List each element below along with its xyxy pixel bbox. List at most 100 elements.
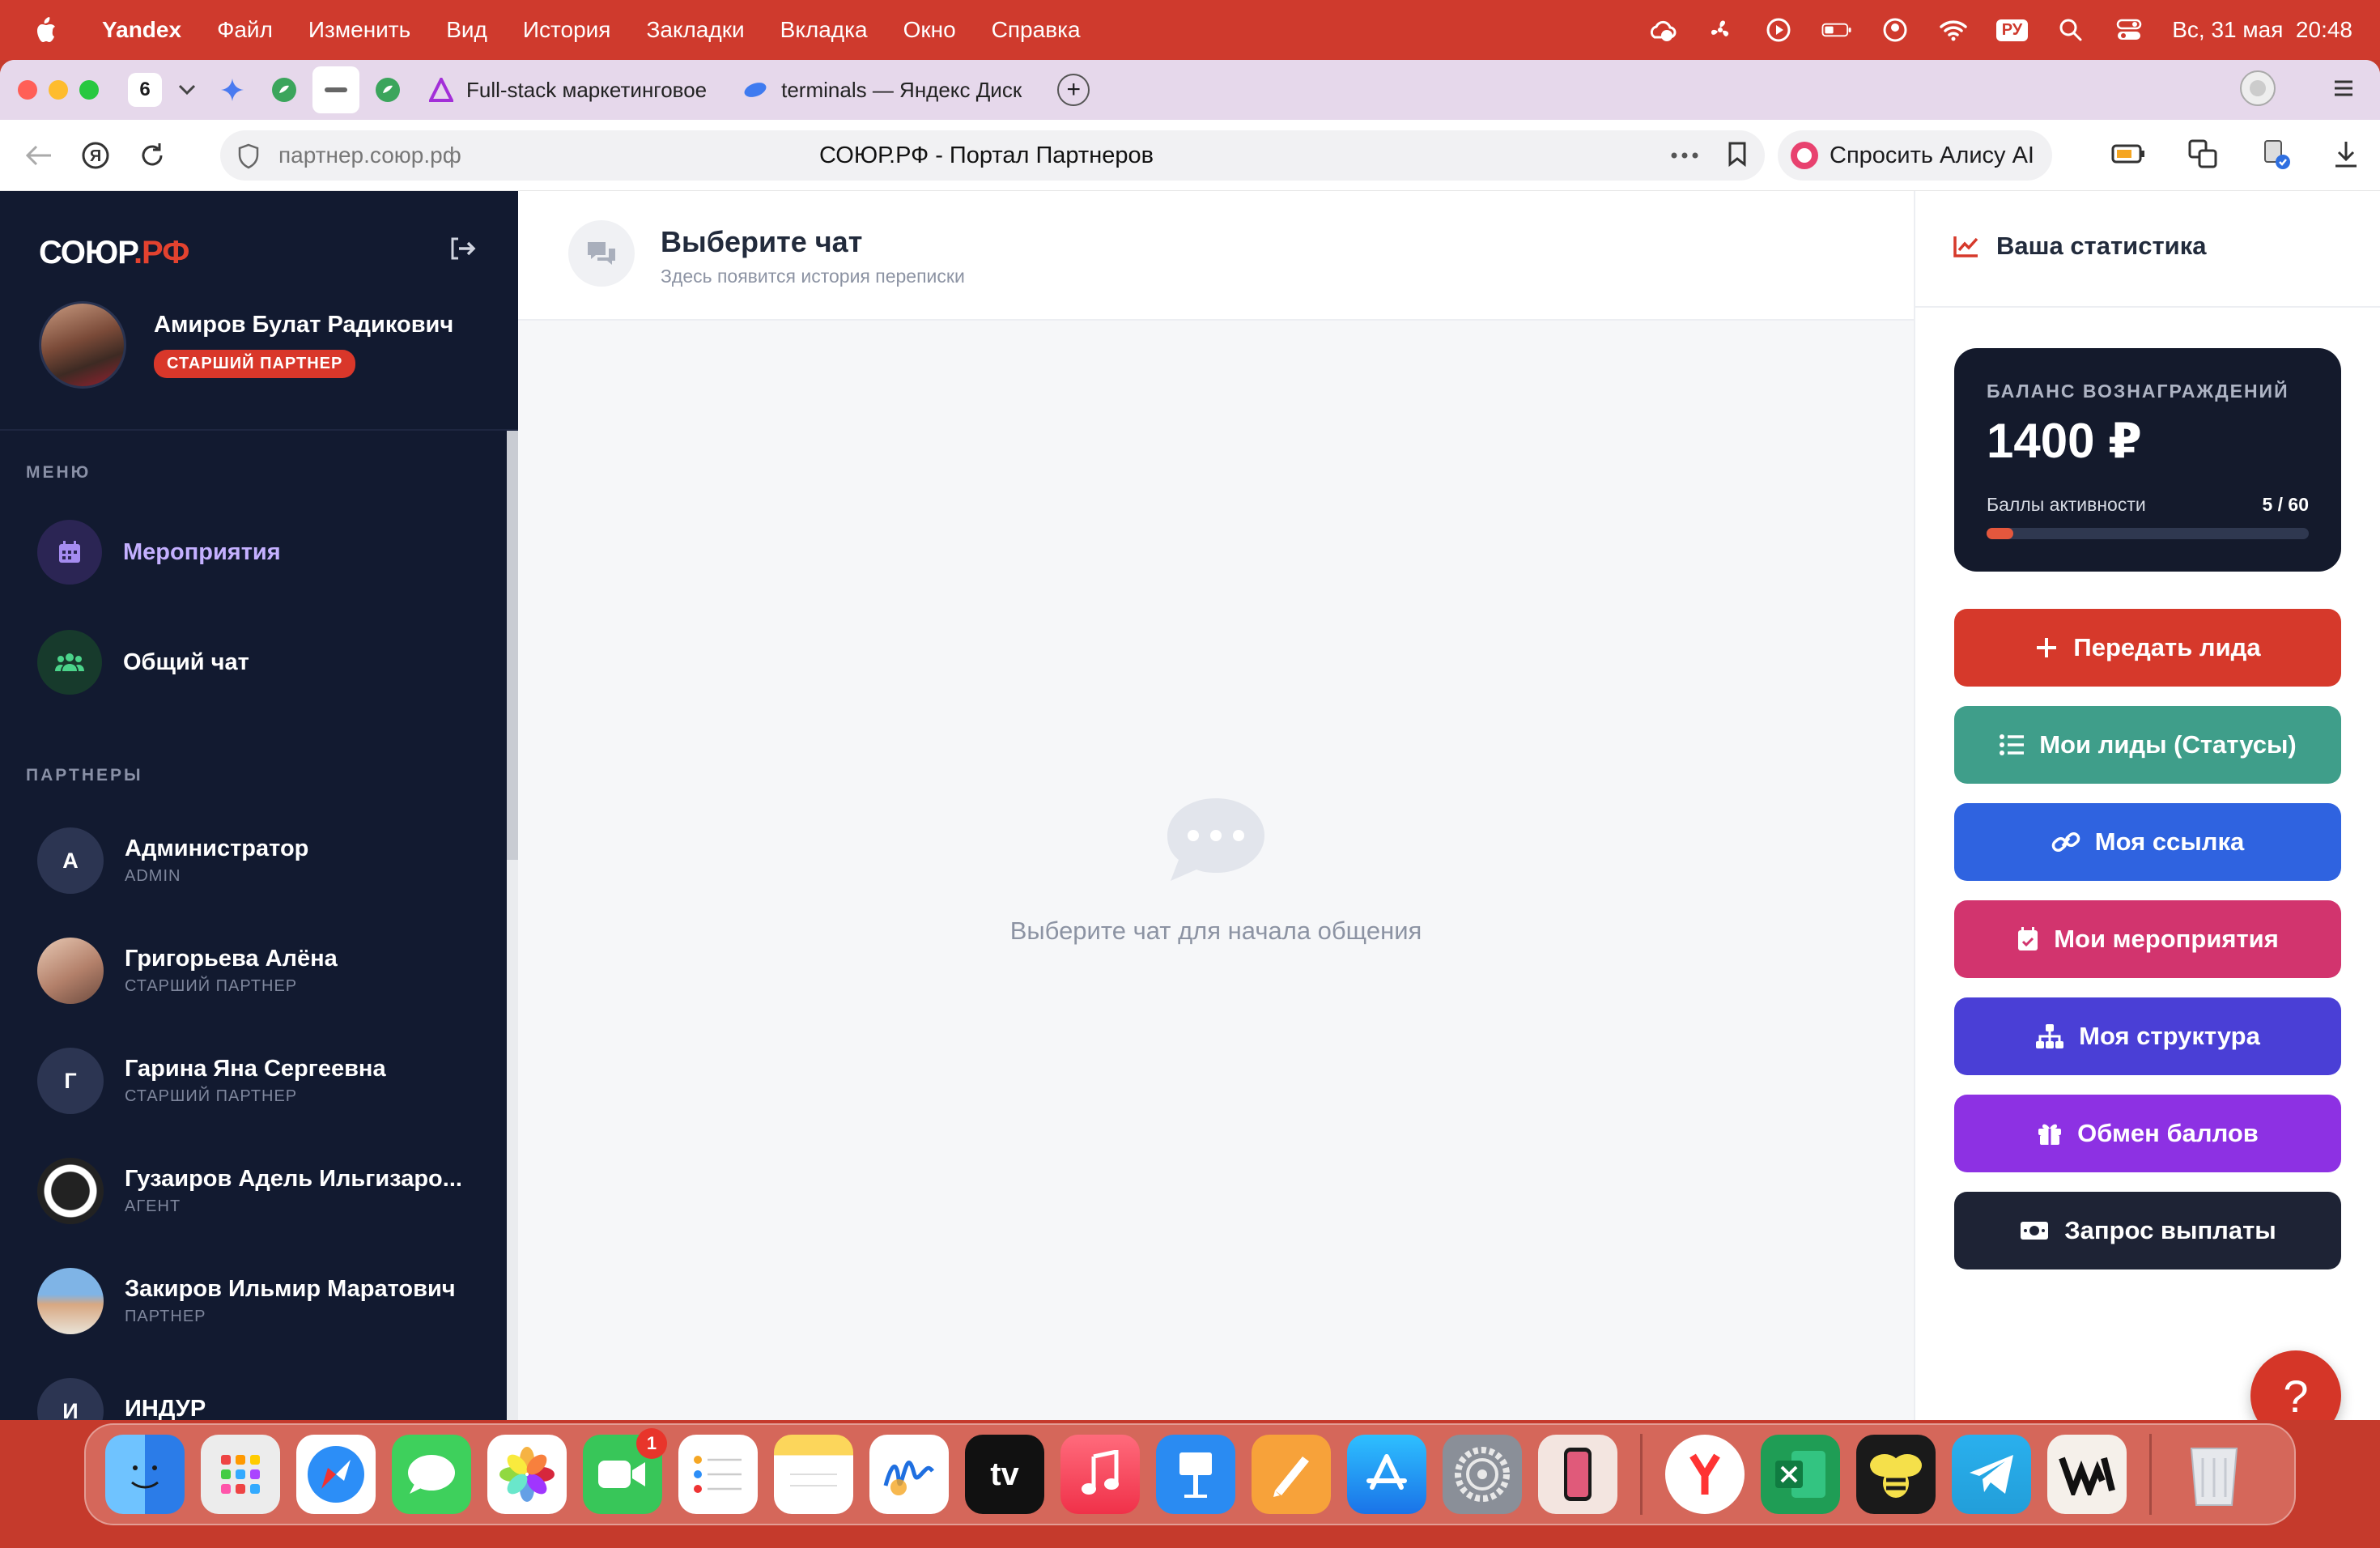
translate-icon[interactable] [2187, 138, 2218, 173]
reminders-icon[interactable] [678, 1435, 758, 1514]
notes-icon[interactable] [774, 1435, 853, 1514]
back-arrow-icon[interactable] [21, 138, 57, 173]
my-link-button[interactable]: Моя ссылка [1954, 803, 2341, 881]
menu-history[interactable]: История [523, 17, 611, 43]
notification-badge: 1 [636, 1428, 667, 1459]
w-app-icon[interactable] [2047, 1435, 2127, 1514]
menu-bookmarks[interactable]: Закладки [646, 17, 744, 43]
partner-item[interactable]: Гузаиров Адель Ильгизаро... АГЕНТ [37, 1158, 462, 1224]
bee-app-icon[interactable] [1856, 1435, 1936, 1514]
url-bar[interactable]: партнер.союр.рф СОЮР.РФ - Портал Партнер… [220, 130, 1765, 181]
input-language-indicator[interactable]: РУ [1995, 19, 2029, 41]
spotlight-search-icon[interactable] [2055, 15, 2086, 45]
reload-icon[interactable] [134, 138, 170, 173]
music-icon[interactable] [1060, 1435, 1140, 1514]
zoom-window-button[interactable] [79, 80, 99, 100]
url-text[interactable]: партнер.союр.рф [278, 142, 461, 168]
partner-role: ADMIN [125, 867, 181, 885]
chat-header: Выберите чат Здесь появится история пере… [518, 191, 1914, 321]
trash-icon[interactable] [2174, 1435, 2254, 1514]
button-label: Запрос выплаты [2064, 1216, 2276, 1244]
yandex-home-icon[interactable]: Я [78, 138, 113, 173]
menubar-clock[interactable]: Вс, 31 мая 20:48 [2172, 17, 2352, 43]
my-structure-button[interactable]: Моя структура [1954, 997, 2341, 1075]
partner-item[interactable]: А Администратор ADMIN [37, 827, 308, 894]
battery-saver-icon[interactable] [2111, 143, 2145, 168]
partner-item[interactable]: И ИНДУР [37, 1378, 206, 1420]
scrollbar-thumb[interactable] [507, 431, 518, 860]
system-settings-icon[interactable] [1443, 1435, 1522, 1514]
sidebar-item-events[interactable]: Мероприятия [37, 520, 281, 585]
my-leads-button[interactable]: Мои лиды (Статусы) [1954, 706, 2341, 784]
apple-menu-icon[interactable] [31, 15, 60, 45]
battery-icon[interactable] [1821, 15, 1852, 45]
logout-icon[interactable] [448, 236, 476, 265]
profile-avatar-icon[interactable] [2239, 70, 2276, 111]
messages-icon[interactable] [392, 1435, 471, 1514]
safari-icon[interactable] [296, 1435, 376, 1514]
menu-window[interactable]: Окно [903, 17, 956, 43]
freeform-icon[interactable] [869, 1435, 949, 1514]
download-icon[interactable] [2333, 139, 2359, 172]
yandex-browser-icon[interactable] [1665, 1435, 1745, 1514]
pinned-tab-green-2[interactable] [364, 66, 411, 113]
activity-progress-bar [1987, 528, 2309, 539]
partner-item[interactable]: Григорьева Алёна СТАРШИЙ ПАРТНЕР [37, 938, 338, 1004]
pinned-tab-ai-sparkle[interactable] [209, 66, 256, 113]
wifi-icon[interactable] [1938, 15, 1969, 45]
avatar [39, 301, 126, 389]
pinned-tab-active[interactable] [312, 66, 359, 113]
site-logo[interactable]: СОЮР.РФ [39, 235, 189, 271]
site-security-shield-icon[interactable] [236, 143, 261, 173]
bookmark-icon[interactable] [1728, 141, 1747, 171]
menu-tab[interactable]: Вкладка [780, 17, 868, 43]
balance-label: БАЛАНС ВОЗНАГРАЖДЕНИЙ [1987, 381, 2289, 402]
minimize-window-button[interactable] [49, 80, 68, 100]
tv-label: tv [990, 1456, 1019, 1492]
my-events-button[interactable]: Мои мероприятия [1954, 900, 2341, 978]
menu-file[interactable]: Файл [217, 17, 273, 43]
svg-text:Я: Я [90, 147, 101, 165]
menu-edit[interactable]: Изменить [308, 17, 410, 43]
sidebar: СОЮР.РФ Амиров Булат Радикович СТАРШИЙ П… [0, 191, 518, 1420]
pinned-tab-green-1[interactable] [261, 66, 308, 113]
extension-icon[interactable] [2260, 138, 2291, 174]
pass-lead-button[interactable]: Передать лида [1954, 609, 2341, 687]
pages-icon[interactable] [1252, 1435, 1331, 1514]
avatar [37, 1268, 104, 1334]
iphone-mirroring-icon[interactable] [1538, 1435, 1617, 1514]
excel-icon[interactable] [1761, 1435, 1840, 1514]
app-store-icon[interactable] [1347, 1435, 1426, 1514]
exchange-points-button[interactable]: Обмен баллов [1954, 1095, 2341, 1172]
help-button[interactable]: ? [2250, 1350, 2341, 1420]
cloud-sync-icon[interactable] [1647, 15, 1677, 45]
tab-yandex-disk[interactable]: terminals — Яндекс Диск [725, 66, 1039, 113]
close-window-button[interactable] [18, 80, 37, 100]
user-profile[interactable]: Амиров Булат Радикович СТАРШИЙ ПАРТНЕР [39, 301, 453, 389]
ask-alice-button[interactable]: Спросить Алису AI [1778, 130, 2052, 181]
tab-marketing[interactable]: Full-stack маркетинговое [411, 66, 725, 113]
apple-tv-icon[interactable]: tv [965, 1435, 1044, 1514]
keynote-icon[interactable] [1156, 1435, 1235, 1514]
partner-item[interactable]: Г Гарина Яна Сергеевна СТАРШИЙ ПАРТНЕР [37, 1048, 386, 1114]
play-icon[interactable] [1763, 15, 1794, 45]
more-dots-icon[interactable] [1671, 148, 1698, 163]
new-tab-button[interactable]: + [1057, 74, 1090, 106]
facetime-icon[interactable]: 1 [583, 1428, 667, 1514]
chevron-down-icon[interactable] [170, 73, 204, 107]
menu-help[interactable]: Справка [992, 17, 1081, 43]
menu-view[interactable]: Вид [446, 17, 487, 43]
launchpad-icon[interactable] [201, 1435, 280, 1514]
partner-item[interactable]: Закиров Ильмир Маратович ПАРТНЕР [37, 1268, 456, 1334]
telegram-icon[interactable] [1952, 1435, 2031, 1514]
photos-icon[interactable] [487, 1435, 567, 1514]
finder-icon[interactable] [105, 1435, 185, 1514]
tab-count-button[interactable]: 6 [128, 73, 162, 107]
sidebar-item-general-chat[interactable]: Общий чат [37, 630, 249, 695]
control-center-icon[interactable] [2114, 15, 2144, 45]
user-account-icon[interactable] [1880, 15, 1910, 45]
fan-icon[interactable] [1705, 15, 1736, 45]
menu-app-name[interactable]: Yandex [102, 17, 181, 43]
payout-request-button[interactable]: Запрос выплаты [1954, 1192, 2341, 1269]
hamburger-menu-icon[interactable] [2333, 79, 2354, 101]
